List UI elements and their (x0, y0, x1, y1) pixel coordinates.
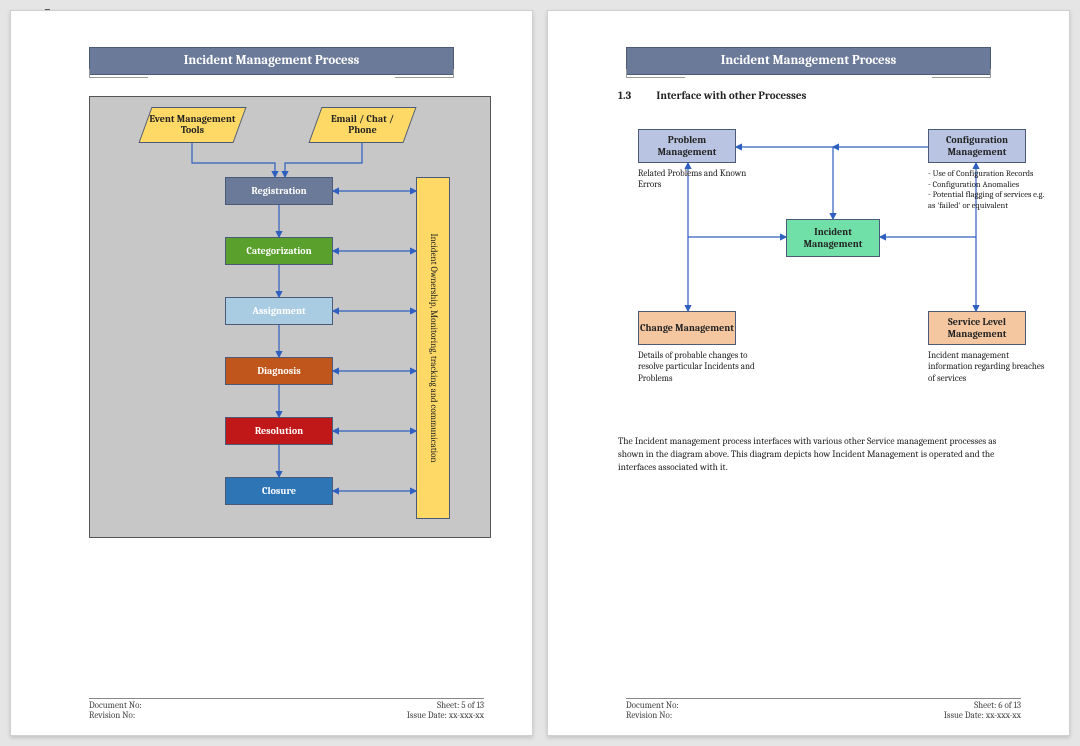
title-ornament-right (932, 69, 991, 78)
body-paragraph: The Incident management process interfac… (618, 436, 1021, 474)
step-diagnosis: Diagnosis (225, 357, 333, 385)
page-footer: Document No: Sheet: 5 of 13 Revision No:… (89, 698, 484, 721)
page-6: Incident Management Process 1.3 Interfac… (547, 10, 1070, 736)
ownership-monitoring-label: Incident Ownership, Monitoring, tracking… (417, 178, 449, 518)
step-resolution: Resolution (225, 417, 333, 445)
doc-no-label: Document No: (626, 701, 679, 711)
node-problem-management: Problem Management (638, 129, 736, 163)
node-incident-management: Incident Management (786, 219, 880, 257)
section-title: Interface with other Processes (656, 89, 806, 102)
sheet-value: Sheet: 5 of 13 (437, 701, 484, 711)
section-heading: 1.3 Interface with other Processes (618, 89, 806, 102)
sheet-value: Sheet: 6 of 13 (974, 701, 1021, 711)
input-right-label: Email / Chat / Phone (316, 114, 409, 136)
step-categorization: Categorization (225, 237, 333, 265)
config-bullet: Use of Configuration Records (928, 169, 1050, 180)
node-configuration-management: Configuration Management (928, 129, 1026, 163)
ownership-monitoring-bar: Incident Ownership, Monitoring, tracking… (416, 177, 450, 519)
input-event-tools: Event Management Tools (138, 107, 246, 143)
input-left-label: Event Management Tools (146, 114, 239, 136)
page-5: Incident Management Process Event Manage… (10, 10, 533, 736)
section-number: 1.3 (618, 89, 654, 102)
step-closure: Closure (225, 477, 333, 505)
rev-no-label: Revision No: (89, 711, 135, 721)
change-caption: Details of probable changes to resolve p… (638, 351, 758, 385)
issue-date-value: Issue Date: xx-xxx-xx (944, 711, 1021, 721)
step-registration: Registration (225, 177, 333, 205)
page-footer: Document No: Sheet: 6 of 13 Revision No:… (626, 698, 1021, 721)
step-assignment: Assignment (225, 297, 333, 325)
process-flow-diagram: Event Management Tools Email / Chat / Ph… (89, 96, 491, 538)
node-service-level-management: Service Level Management (928, 311, 1026, 345)
input-email-chat-phone: Email / Chat / Phone (308, 107, 416, 143)
doc-no-label: Document No: (89, 701, 142, 711)
node-change-management: Change Management (638, 311, 736, 345)
config-bullet: Configuration Anomalies (928, 180, 1050, 191)
two-page-spread: Incident Management Process Event Manage… (0, 0, 1080, 746)
issue-date-value: Issue Date: xx-xxx-xx (407, 711, 484, 721)
rev-no-label: Revision No: (626, 711, 672, 721)
configuration-bullets: Use of Configuration RecordsConfiguratio… (920, 169, 1050, 212)
config-bullet: Potential flagging of services e.g. as '… (928, 190, 1050, 211)
title-ornament-left (626, 69, 685, 78)
problem-caption: Related Problems and Known Errors (638, 169, 758, 192)
title-ornament-right (395, 69, 454, 78)
interface-diagram: Problem Management Related Problems and … (628, 111, 1038, 411)
slm-caption: Incident management information regardin… (928, 351, 1048, 385)
title-ornament-left (89, 69, 148, 78)
